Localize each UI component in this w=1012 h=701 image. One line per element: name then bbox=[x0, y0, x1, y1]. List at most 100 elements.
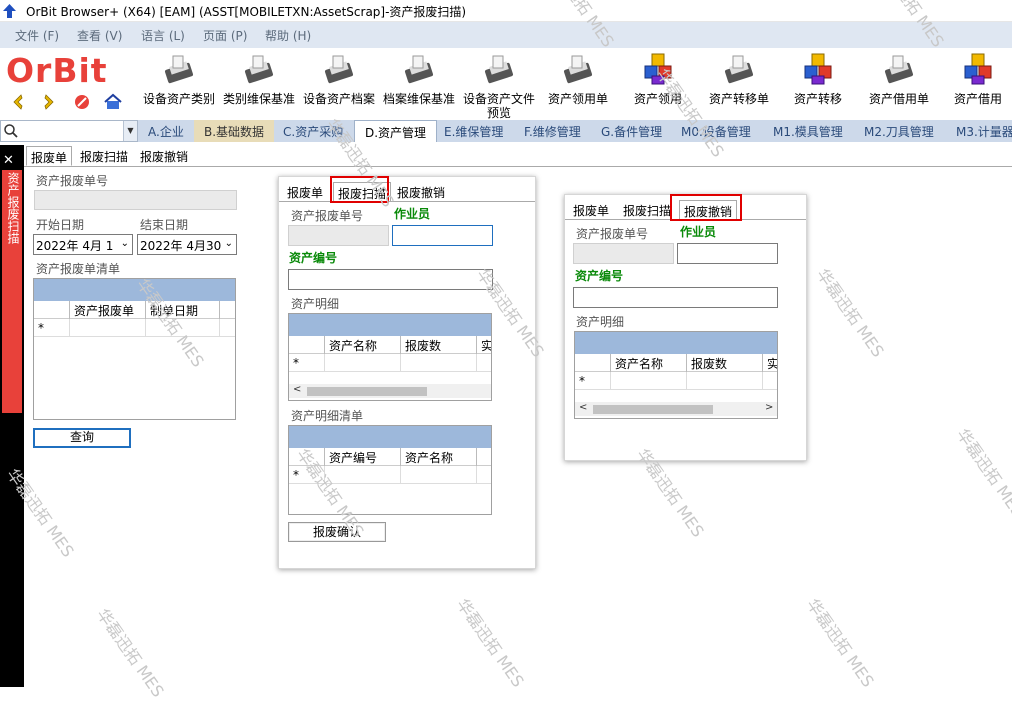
module-tab-maintenance[interactable]: E.维保管理 bbox=[434, 120, 513, 142]
cell[interactable] bbox=[401, 466, 477, 484]
col-scrap-order-no[interactable]: 资产报废单 bbox=[70, 301, 146, 319]
query-button[interactable]: 查询 bbox=[33, 428, 131, 448]
asset-no-input[interactable] bbox=[288, 269, 493, 290]
tab-scrap-cancel[interactable]: 报废撤销 bbox=[136, 146, 192, 166]
module-tab-mold[interactable]: M1.模具管理 bbox=[763, 120, 853, 142]
menu-view[interactable]: 查看 (V) bbox=[77, 27, 122, 44]
grid-column-header: 资产名称 报废数 实 bbox=[575, 354, 777, 372]
col-asset-no[interactable]: 资产编号 bbox=[325, 448, 401, 466]
new-row[interactable]: * bbox=[289, 466, 491, 484]
col-asset-name[interactable]: 资产名称 bbox=[325, 336, 401, 354]
module-search-input[interactable]: ▼ bbox=[0, 120, 138, 142]
tab-scrap-order[interactable]: 报废单 bbox=[283, 182, 327, 202]
toolbar-button-transfer-order[interactable]: 资产转移单 bbox=[706, 50, 772, 116]
toolbar-button-issue-order[interactable]: 资产领用单 bbox=[545, 50, 611, 116]
toolbar-button-borrow[interactable]: 资产借用 bbox=[950, 50, 1006, 116]
module-tab-cutter[interactable]: M2.刀具管理 bbox=[854, 120, 944, 142]
scroll-thumb[interactable] bbox=[307, 387, 427, 396]
home-icon[interactable] bbox=[104, 93, 122, 111]
cell[interactable] bbox=[611, 372, 687, 390]
module-tab-equipment[interactable]: M0.设备管理 bbox=[671, 120, 761, 142]
module-tab-asset-management[interactable]: D.资产管理 bbox=[354, 120, 438, 142]
scrap-order-no-label: 资产报废单号 bbox=[291, 209, 364, 223]
close-icon[interactable]: ✕ bbox=[3, 153, 14, 168]
toolbar-button-asset-archive[interactable]: 设备资产档案 bbox=[302, 50, 376, 116]
module-tab-repair[interactable]: F.维修管理 bbox=[514, 120, 591, 142]
horizontal-scrollbar[interactable]: < > bbox=[575, 402, 777, 416]
toolbar-button-file-preview[interactable]: 设备资产文件预览 bbox=[460, 50, 538, 120]
asset-detail-list-grid[interactable]: 资产编号 资产名称 * bbox=[288, 425, 492, 515]
scrap-order-no-field[interactable] bbox=[34, 190, 237, 210]
end-date-label: 结束日期 bbox=[140, 218, 189, 232]
asset-detail-grid[interactable]: 资产名称 报废数 实 * < bbox=[288, 313, 492, 401]
sidebar-tab-asset-scrap-scan[interactable]: 资产报废扫描 bbox=[2, 170, 22, 413]
chevron-down-icon: ⌄ bbox=[120, 238, 129, 249]
cell[interactable] bbox=[325, 466, 401, 484]
tab-scrap-cancel[interactable]: 报废撤销 bbox=[393, 182, 449, 202]
horizontal-scrollbar[interactable]: < bbox=[289, 384, 491, 398]
toolbar-label: 设备资产档案 bbox=[302, 92, 375, 106]
chevron-right-icon[interactable]: > bbox=[765, 402, 773, 413]
asset-detail-grid[interactable]: 资产名称 报废数 实 * < > bbox=[574, 331, 778, 419]
tab-scrap-scan[interactable]: 报废扫描 bbox=[76, 146, 132, 166]
main-tab-strip: 报废单 报废扫描 报废撤销 bbox=[26, 146, 276, 166]
cubes-icon bbox=[964, 53, 992, 85]
stop-icon[interactable] bbox=[73, 93, 91, 111]
grid-group-header bbox=[289, 314, 491, 336]
module-tab-base-data[interactable]: B.基础数据 bbox=[194, 120, 275, 142]
scrap-order-grid[interactable]: 资产报废单 制单日期 * bbox=[33, 278, 236, 420]
toolbar-button-category-maintenance[interactable]: 类别维保基准 bbox=[220, 50, 298, 116]
module-tab-spare-parts[interactable]: G.备件管理 bbox=[591, 120, 672, 142]
module-tab-enterprise[interactable]: A.企业 bbox=[138, 120, 194, 142]
menu-page[interactable]: 页面 (P) bbox=[203, 27, 247, 44]
module-tab-gauge[interactable]: M3.计量器 bbox=[946, 120, 1012, 142]
toolbar-button-archive-maintenance[interactable]: 档案维保基准 bbox=[381, 50, 457, 116]
cell[interactable] bbox=[70, 319, 146, 337]
toolbar-button-asset-category[interactable]: 设备资产类别 bbox=[142, 50, 216, 116]
scrap-order-no-field[interactable] bbox=[573, 243, 674, 264]
menu-help[interactable]: 帮助 (H) bbox=[265, 27, 311, 44]
start-date-picker[interactable]: 2022年 4月 1 ⌄ bbox=[33, 234, 133, 255]
col-asset-name[interactable]: 资产名称 bbox=[611, 354, 687, 372]
tab-scrap-order[interactable]: 报废单 bbox=[26, 146, 73, 166]
operator-input[interactable] bbox=[392, 225, 493, 246]
cell[interactable] bbox=[146, 319, 220, 337]
new-row[interactable]: * bbox=[575, 372, 777, 390]
tab-scrap-order[interactable]: 报废单 bbox=[569, 200, 613, 220]
col-actual[interactable]: 实 bbox=[477, 336, 491, 354]
module-tab-asset-purchase[interactable]: C.资产采购 bbox=[273, 120, 353, 142]
col-asset-name[interactable]: 资产名称 bbox=[401, 448, 477, 466]
toolbar-button-transfer[interactable]: 资产转移 bbox=[790, 50, 846, 116]
grid-column-header: 资产编号 资产名称 bbox=[289, 448, 491, 466]
row-header-cell bbox=[289, 336, 325, 354]
row-header-cell bbox=[289, 354, 325, 372]
new-row[interactable]: * bbox=[289, 354, 491, 372]
col-actual[interactable]: 实 bbox=[763, 354, 777, 372]
col-create-date[interactable]: 制单日期 bbox=[146, 301, 220, 319]
chevron-down-icon[interactable]: ▼ bbox=[123, 121, 137, 141]
tab-scrap-scan[interactable]: 报废扫描 bbox=[619, 200, 675, 220]
operator-label: 作业员 bbox=[680, 225, 717, 239]
scrap-order-no-field[interactable] bbox=[288, 225, 389, 246]
grid-group-header bbox=[289, 426, 491, 448]
forward-icon[interactable] bbox=[40, 93, 58, 111]
menu-language[interactable]: 语言 (L) bbox=[141, 27, 185, 44]
chevron-left-icon[interactable]: < bbox=[579, 402, 587, 413]
end-date-picker[interactable]: 2022年 4月30 ⌄ bbox=[137, 234, 237, 255]
new-row[interactable]: * bbox=[34, 319, 235, 337]
chevron-left-icon[interactable]: < bbox=[293, 384, 301, 395]
cell[interactable] bbox=[401, 354, 477, 372]
toolbar-button-borrow-order[interactable]: 资产借用单 bbox=[866, 50, 932, 116]
col-scrap-qty[interactable]: 报废数 bbox=[401, 336, 477, 354]
col-scrap-qty[interactable]: 报废数 bbox=[687, 354, 763, 372]
back-icon[interactable] bbox=[9, 93, 27, 111]
cell[interactable] bbox=[325, 354, 401, 372]
toolbar-button-issue[interactable]: 资产领用 bbox=[630, 50, 686, 116]
menu-file[interactable]: 文件 (F) bbox=[15, 27, 59, 44]
cell[interactable] bbox=[687, 372, 763, 390]
scrap-confirm-button[interactable]: 报废确认 bbox=[288, 522, 386, 542]
operator-input[interactable] bbox=[677, 243, 778, 264]
scroll-thumb[interactable] bbox=[593, 405, 713, 414]
asset-no-input[interactable] bbox=[573, 287, 778, 308]
asset-no-label: 资产编号 bbox=[289, 251, 338, 265]
